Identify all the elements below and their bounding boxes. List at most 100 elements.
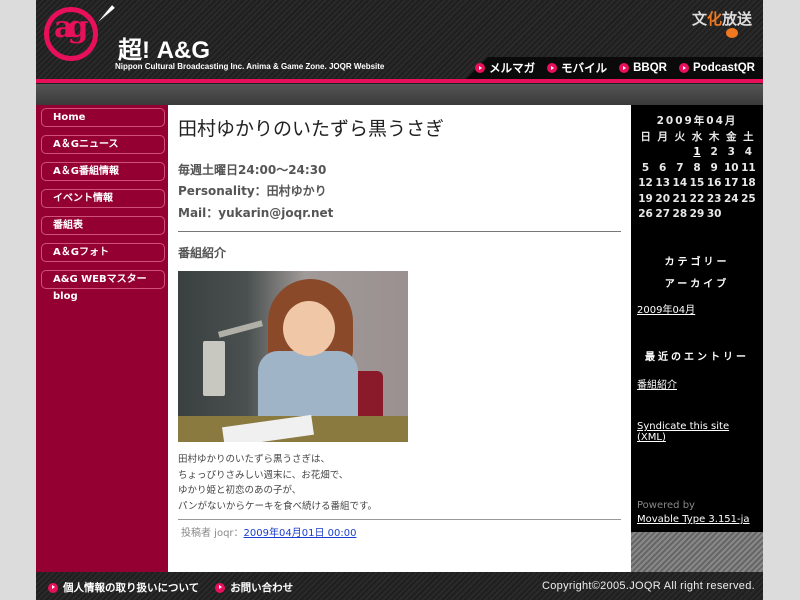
calendar-day: 2 <box>710 146 718 159</box>
calendar-day <box>671 145 688 161</box>
footer-link-privacy[interactable]: 個人情報の取り扱いについて <box>48 580 199 595</box>
site-header: ag 超! A&G Nippon Cultural Broadcasting I… <box>36 0 763 80</box>
calendar-day: 16 <box>706 177 722 190</box>
calendar-weekday: 火 <box>674 131 686 144</box>
page: ag 超! A&G Nippon Cultural Broadcasting I… <box>36 0 763 600</box>
calendar-day: 6 <box>659 161 667 174</box>
pink-arrow-bullet-icon <box>215 582 226 593</box>
top-nav-bbqr[interactable]: BBQR <box>619 60 667 76</box>
footer-link-label: 個人情報の取り扱いについて <box>63 582 200 594</box>
calendar-day <box>654 145 671 161</box>
calendar-weekday: 金 <box>726 131 737 144</box>
sidebar-item-ag-programs[interactable]: A＆G番組情報 <box>41 162 165 181</box>
calendar-day: 29 <box>689 208 705 221</box>
calendar-weekday: 木 <box>708 131 720 144</box>
sidebar-item-ag-photo[interactable]: A＆Gフォト <box>41 243 165 262</box>
calendar-day: 28 <box>672 208 688 221</box>
calendar: 2009年04月 日月火水木金土 1 2 3 4 5 6 7 8 9 10 11 12 13 14 15 16… <box>637 113 757 222</box>
syndicate-line2: (XML) <box>637 432 666 443</box>
posted-by: 投稿者 joqr： <box>181 528 244 539</box>
bunka-housou-logo[interactable]: 文化放送 <box>692 8 752 29</box>
footer-link-contact[interactable]: お問い合わせ <box>215 580 293 595</box>
calendar-day <box>740 207 757 223</box>
section-title: 番組紹介 <box>178 246 227 260</box>
sidebar-item-schedule[interactable]: 番組表 <box>41 216 165 235</box>
pink-arrow-bullet-icon <box>475 63 486 73</box>
sidebar-item-webmaster-blog[interactable]: A&G WEBマスターblog <box>41 270 165 302</box>
main-content: 田村ゆかりのいたずら黒うさぎ 毎週土曜日24:00〜24:30 Personal… <box>168 105 631 572</box>
divider <box>178 231 621 232</box>
description-line: 田村ゆかりのいたずら黒うさぎは、 <box>178 454 331 465</box>
sidebar-item-events[interactable]: イベント情報 <box>41 189 165 208</box>
calendar-day: 25 <box>741 192 756 205</box>
calendar-day: 10 <box>723 161 739 174</box>
pink-arrow-bullet-icon <box>619 63 630 73</box>
site-footer: 個人情報の取り扱いについて お問い合わせ Copyright©2005.JOQR… <box>36 572 763 600</box>
category-heading: カテゴリー <box>664 257 730 268</box>
calendar-weekday: 水 <box>691 131 703 144</box>
post-permalink[interactable]: 2009年04月01日 00:00 <box>244 528 357 539</box>
calendar-grid: 日月火水木金土 1 2 3 4 5 6 7 8 9 10 11 12 13 14 15 16 17 18 19 20 2… <box>637 129 757 222</box>
calendar-day: 19 <box>638 192 653 205</box>
logo-pen-icon <box>97 5 115 23</box>
top-nav-label: メルマガ <box>489 63 536 75</box>
calendar-week: 26 27 28 29 30 <box>637 207 757 223</box>
calendar-weekday: 月 <box>657 131 668 144</box>
calendar-week: 5 6 7 8 9 10 11 <box>637 160 757 176</box>
top-nav-mailmag[interactable]: メルマガ <box>475 60 535 76</box>
pink-arrow-bullet-icon <box>547 63 558 73</box>
calendar-week: 19 20 21 22 23 24 25 <box>637 191 757 207</box>
description-line: ゆかり姫と初恋のあの子が、 <box>178 485 302 496</box>
sidebar-item-ag-news[interactable]: A＆Gニュース <box>41 135 165 154</box>
calendar-day: 21 <box>672 192 688 205</box>
program-schedule: 毎週土曜日24:00〜24:30 <box>178 163 327 177</box>
left-sidebar: Home A＆Gニュース A＆G番組情報 イベント情報 番組表 A＆Gフォト A… <box>36 105 168 572</box>
footer-links: 個人情報の取り扱いについて お問い合わせ <box>48 580 293 595</box>
header-accent-bar <box>36 79 763 83</box>
program-photo <box>178 271 408 442</box>
calendar-day: 3 <box>727 146 735 159</box>
photo-face <box>283 301 335 356</box>
program-description: 田村ゆかりのいたずら黒うさぎは、 ちょっぴりさみしい週末に、お花畑で、 ゆかり姫… <box>178 452 377 514</box>
calendar-day: 1 <box>688 145 705 161</box>
calendar-day: 4 <box>744 146 753 159</box>
calendar-day: 22 <box>689 192 705 205</box>
movable-type-link[interactable]: Movable Type 3.151-ja <box>637 514 750 525</box>
calendar-week: 1234 <box>637 145 757 161</box>
pink-arrow-bullet-icon <box>679 63 689 73</box>
calendar-day: 20 <box>655 192 671 205</box>
calendar-day <box>637 145 654 161</box>
brand-subtitle: Nippon Cultural Broadcasting Inc. Anima … <box>115 62 385 71</box>
right-sidebar: 2009年04月 日月火水木金土 1 2 3 4 5 6 7 8 9 10 11 12 13 14 15 16… <box>631 105 763 532</box>
sidebar-item-home[interactable]: Home <box>41 108 165 127</box>
top-nav-mobile[interactable]: モバイル <box>547 60 607 76</box>
syndicate-line1: Syndicate this site <box>637 421 730 432</box>
description-line: ちょっぴりさみしい週末に、お花畑で、 <box>178 469 349 481</box>
calendar-day: 27 <box>655 208 671 221</box>
archive-link-2009-04[interactable]: 2009年04月 <box>637 301 695 316</box>
calendar-day: 15 <box>689 177 705 190</box>
calendar-day: 8 <box>693 161 701 174</box>
bunka-logo-post: 放送 <box>722 10 753 28</box>
calendar-week: 12 13 14 15 16 17 18 <box>637 176 757 192</box>
program-mail: Mail：yukarin@joqr.net <box>178 206 334 220</box>
logo-ag-mark: ag <box>54 10 89 45</box>
top-nav-podcastqr[interactable]: PodcastQR <box>679 60 755 76</box>
divider <box>178 519 621 520</box>
description-line: パンがないからケーキを食べ続ける番組です。 <box>178 500 378 512</box>
recent-entry-link[interactable]: 番組紹介 <box>637 376 677 391</box>
program-personality: Personality：田村ゆかり <box>178 184 327 198</box>
bunka-logo-accent: 化 <box>707 10 723 28</box>
archive-heading: アーカイブ <box>664 279 730 290</box>
calendar-day: 18 <box>741 177 756 190</box>
calendar-day: 14 <box>672 177 688 190</box>
powered-by-label: Powered by <box>637 500 695 511</box>
right-sidebar-hatch <box>631 532 763 572</box>
bunka-logo-pre: 文 <box>692 10 708 28</box>
header-sub-bar <box>36 84 763 105</box>
page-title: 田村ゆかりのいたずら黒うさぎ <box>178 118 445 140</box>
syndicate-link[interactable]: Syndicate this site (XML) <box>637 421 729 443</box>
calendar-day: 23 <box>706 192 722 205</box>
footer-link-label: お問い合わせ <box>230 582 294 594</box>
calendar-day-link[interactable]: 1 <box>693 146 700 158</box>
